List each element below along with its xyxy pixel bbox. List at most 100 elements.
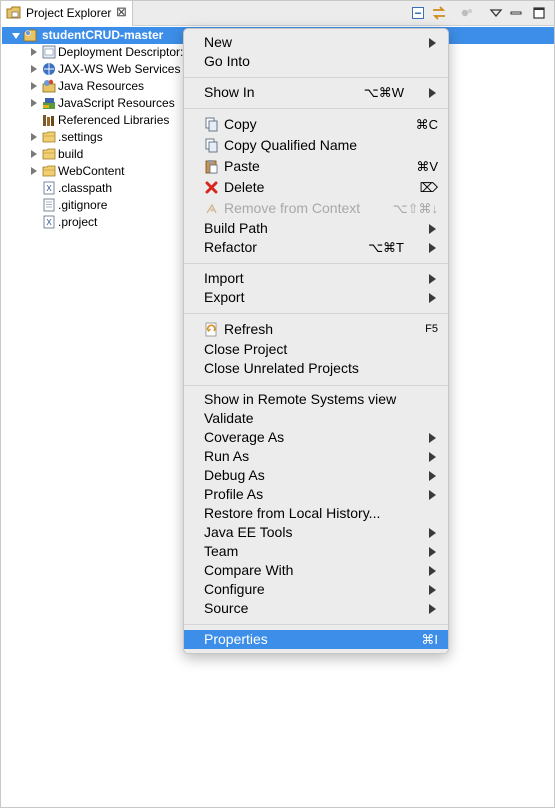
minimize-icon[interactable] — [508, 5, 524, 21]
menu-shortcut: ⌘C — [415, 117, 438, 132]
tree-item[interactable]: Referenced Libraries — [2, 112, 184, 129]
menu-separator — [184, 313, 448, 314]
text-file-icon — [43, 198, 55, 212]
tree-item[interactable]: Deployment Descriptor: — [2, 44, 184, 61]
web-services-icon — [43, 63, 55, 75]
menu-item-label: Java EE Tools — [204, 524, 293, 540]
menu-item-copy-qualified-name[interactable]: Copy Qualified Name — [184, 136, 448, 155]
library-icon — [43, 115, 54, 126]
menu-item-remove-from-context[interactable]: Remove from Context ⌥⇧⌘↓ — [184, 199, 448, 218]
expand-twisty[interactable] — [31, 150, 37, 158]
menu-item-label: Team — [204, 543, 239, 559]
tree-item[interactable]: JAX-WS Web Services — [2, 61, 184, 78]
expand-twisty[interactable] — [31, 167, 37, 175]
link-with-editor-icon[interactable] — [431, 5, 447, 21]
menu-shortcut: ⌥⇧⌘↓ — [392, 201, 438, 216]
tree-item[interactable]: WebContent — [2, 163, 184, 180]
maximize-icon[interactable] — [531, 5, 547, 21]
menu-item-validate[interactable]: Validate — [184, 409, 448, 428]
menu-item-refresh[interactable]: Refresh F5 — [184, 320, 448, 339]
submenu-arrow-icon — [429, 585, 436, 595]
menu-item-restore-from-local-history[interactable]: Restore from Local History... — [184, 504, 448, 523]
menu-item-java-ee-tools[interactable]: Java EE Tools — [184, 523, 448, 542]
menu-item-label: Refactor — [204, 239, 257, 255]
menu-item-import[interactable]: Import — [184, 269, 448, 288]
submenu-arrow-icon — [429, 547, 436, 557]
menu-item-profile-as[interactable]: Profile As — [184, 485, 448, 504]
menu-item-copy[interactable]: Copy ⌘C — [184, 115, 448, 134]
menu-item-refactor[interactable]: Refactor ⌥⌘T — [184, 238, 448, 257]
expand-twisty[interactable] — [31, 82, 37, 90]
submenu-arrow-icon — [429, 243, 436, 253]
menu-item-source[interactable]: Source — [184, 599, 448, 618]
menu-item-paste[interactable]: Paste ⌘V — [184, 157, 448, 176]
menu-item-label: Configure — [204, 581, 265, 597]
tab-project-explorer[interactable]: Project Explorer ⊠ — [1, 1, 133, 26]
menu-item-label: Go Into — [204, 53, 250, 69]
menu-item-team[interactable]: Team — [184, 542, 448, 561]
svg-text:X: X — [46, 184, 52, 193]
submenu-arrow-icon — [429, 604, 436, 614]
menu-item-label: Validate — [204, 410, 254, 426]
menu-item-label: Export — [204, 289, 245, 305]
menu-item-label: Remove from Context — [224, 200, 361, 216]
menu-item-show-in[interactable]: Show In ⌥⌘W — [184, 83, 448, 102]
expand-twisty[interactable] — [12, 33, 20, 39]
menu-separator — [184, 77, 448, 78]
delete-icon — [205, 181, 218, 194]
submenu-arrow-icon — [429, 452, 436, 462]
menu-item-build-path[interactable]: Build Path — [184, 219, 448, 238]
menu-item-new[interactable]: New — [184, 33, 448, 52]
tree-item[interactable]: JavaScript Resources — [2, 95, 184, 112]
tree-item[interactable]: build — [2, 146, 184, 163]
menu-item-label: Source — [204, 600, 249, 616]
menu-item-label: Close Project — [204, 341, 288, 357]
tree-item-label: .gitignore — [58, 198, 108, 212]
filter-icon[interactable] — [459, 5, 475, 21]
menu-item-compare-with[interactable]: Compare With — [184, 561, 448, 580]
svg-text:X: X — [46, 218, 52, 227]
menu-item-close-project[interactable]: Close Project — [184, 340, 448, 359]
expand-twisty[interactable] — [31, 48, 37, 56]
submenu-arrow-icon — [429, 566, 436, 576]
tree-item-label: Deployment Descriptor: — [58, 45, 184, 59]
menu-item-delete[interactable]: Delete ⌦ — [184, 178, 448, 197]
view-menu-icon[interactable] — [488, 5, 504, 21]
menu-item-go-into[interactable]: Go Into — [184, 52, 448, 71]
copy-icon — [205, 117, 218, 132]
tree-item[interactable]: .settings — [2, 129, 184, 146]
menu-item-run-as[interactable]: Run As — [184, 447, 448, 466]
tree-item[interactable]: Java Resources — [2, 78, 184, 95]
menu-item-debug-as[interactable]: Debug As — [184, 466, 448, 485]
expand-twisty[interactable] — [31, 133, 37, 141]
deployment-descriptor-icon — [42, 45, 56, 59]
project-icon — [23, 29, 37, 42]
refresh-icon — [205, 322, 217, 337]
expand-twisty[interactable] — [31, 65, 37, 73]
tree-item[interactable]: .gitignore — [2, 197, 184, 214]
menu-item-label: Show In — [204, 84, 255, 100]
project-explorer-icon — [6, 6, 21, 19]
context-menu: New Go Into Show In ⌥⌘W Copy ⌘C Copy Qua… — [183, 28, 449, 654]
tree-item[interactable]: X .classpath — [2, 180, 184, 197]
menu-item-label: Coverage As — [204, 429, 285, 445]
menu-item-show-in-remote-systems[interactable]: Show in Remote Systems view — [184, 390, 448, 409]
menu-item-label: Compare With — [204, 562, 294, 578]
menu-item-close-unrelated-projects[interactable]: Close Unrelated Projects — [184, 359, 448, 378]
expand-twisty[interactable] — [31, 99, 37, 107]
menu-item-label: Restore from Local History... — [204, 505, 381, 521]
folder-icon — [42, 148, 56, 160]
menu-item-label: Close Unrelated Projects — [204, 360, 359, 376]
submenu-arrow-icon — [429, 293, 436, 303]
collapse-all-icon[interactable] — [410, 5, 426, 21]
tree-item[interactable]: X .project — [2, 214, 184, 231]
menu-item-configure[interactable]: Configure — [184, 580, 448, 599]
menu-item-coverage-as[interactable]: Coverage As — [184, 428, 448, 447]
close-view-icon[interactable]: ⊠ — [116, 4, 127, 20]
menu-item-label: Properties — [204, 631, 268, 647]
menu-item-properties[interactable]: Properties ⌘I — [184, 630, 448, 649]
menu-item-label: Copy Qualified Name — [224, 137, 358, 153]
tree-item-label: .classpath — [58, 181, 113, 195]
menu-item-export[interactable]: Export — [184, 288, 448, 307]
copy-qualified-icon — [205, 138, 218, 153]
